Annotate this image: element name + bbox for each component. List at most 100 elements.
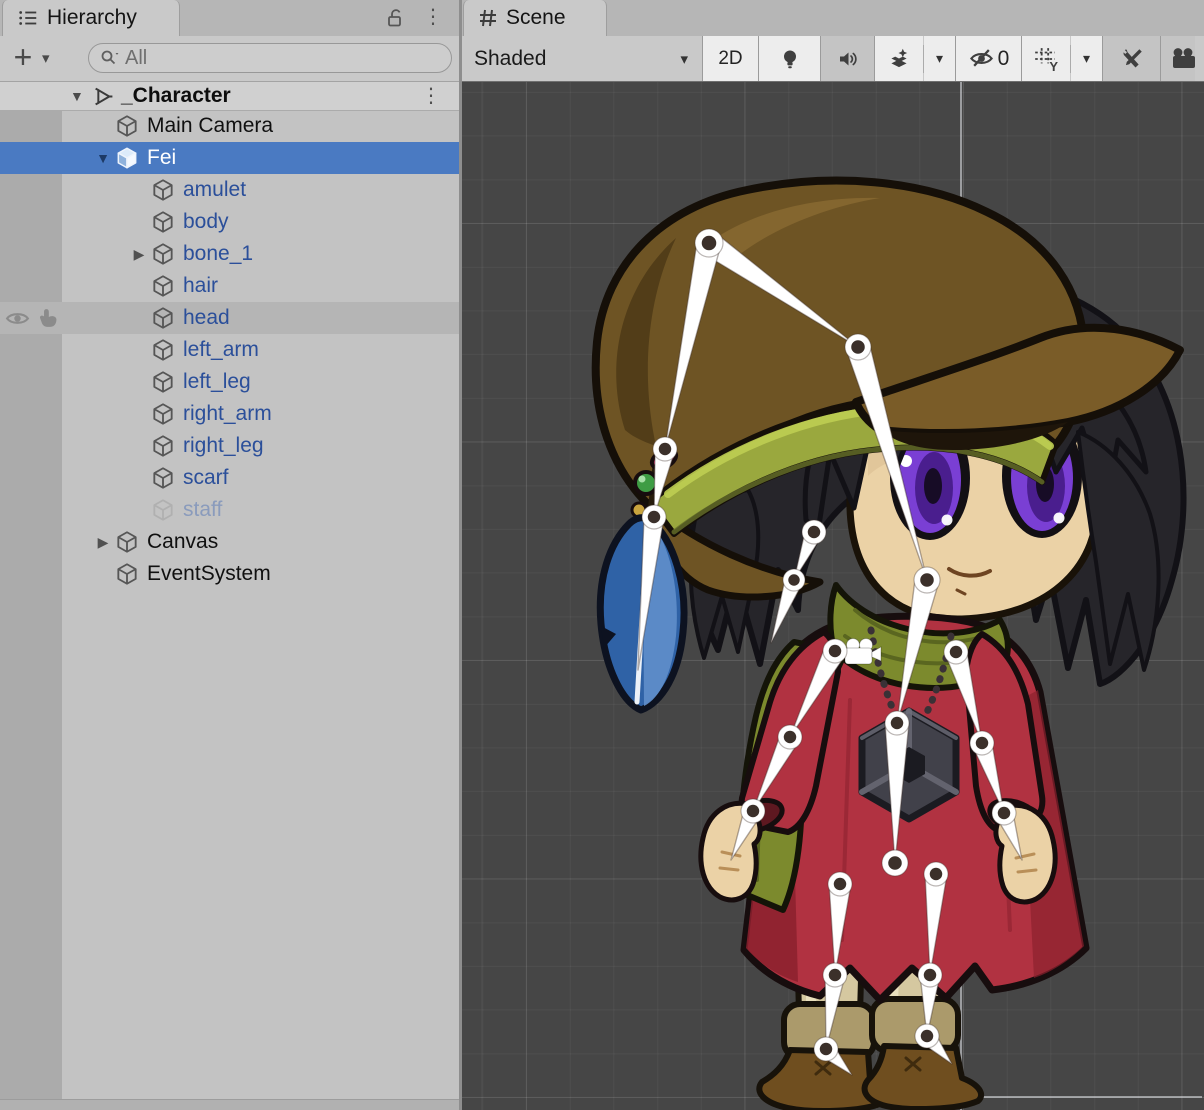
gameobject-cube-icon <box>150 305 176 331</box>
camera-icon <box>1170 47 1195 71</box>
hair-art <box>688 274 1183 684</box>
hierarchy-row[interactable]: Main Camera <box>0 110 459 142</box>
eye-hidden-icon <box>968 45 995 72</box>
scarf-art <box>739 585 1008 910</box>
scene-toolbar: Shaded ▾ 2D <box>462 36 1204 82</box>
tools-overlay-button[interactable] <box>1103 36 1161 81</box>
grid-dropdown-button[interactable]: ▾ <box>1071 36 1103 81</box>
hierarchy-row[interactable]: right_leg <box>0 430 459 462</box>
hierarchy-panel: Hierarchy ⋮ + ▾ <box>0 0 459 1110</box>
gameobject-label: Main Camera <box>147 114 273 138</box>
camera-overlay-button[interactable] <box>1161 36 1195 81</box>
unity-logo-icon <box>90 84 115 109</box>
pick-icon[interactable] <box>36 306 61 331</box>
gameobject-label: bone_1 <box>183 242 253 266</box>
mouth-art <box>949 569 990 594</box>
hierarchy-row[interactable]: ▶ Canvas <box>0 526 459 558</box>
draw-mode-caret-icon: ▾ <box>680 50 688 68</box>
arms-art <box>701 632 1055 902</box>
unlock-icon[interactable] <box>385 7 407 29</box>
hierarchy-tab-label: Hierarchy <box>47 6 137 30</box>
grid-settings-button[interactable]: Y <box>1022 36 1070 81</box>
scene-tabbar: Scene <box>462 0 1204 37</box>
effects-toggle-button[interactable] <box>875 36 923 81</box>
wrench-pencil-icon <box>1119 46 1145 72</box>
gameobject-label: Fei <box>147 146 176 170</box>
hierarchy-search-field[interactable] <box>88 43 452 73</box>
hierarchy-row[interactable]: ▼ Fei <box>0 142 459 174</box>
hierarchy-row[interactable]: scarf <box>0 462 459 494</box>
hierarchy-row[interactable]: left_arm <box>0 334 459 366</box>
bone-gizmos[interactable] <box>462 82 1204 1110</box>
eyes-art <box>890 414 1082 540</box>
hierarchy-toolbar: + ▾ <box>0 36 459 82</box>
scene-tab-label: Scene <box>506 6 566 30</box>
tab-hierarchy[interactable]: Hierarchy <box>2 0 180 36</box>
row-visibility-toggles[interactable] <box>5 306 61 331</box>
face-art <box>850 384 1097 619</box>
disclosure-arrow[interactable]: ▼ <box>92 150 114 166</box>
search-icon <box>99 48 119 68</box>
hierarchy-row[interactable]: body <box>0 206 459 238</box>
scene-disclosure-icon[interactable]: ▼ <box>70 88 90 104</box>
legs-art <box>759 938 981 1110</box>
add-dropdown-caret-icon[interactable]: ▾ <box>42 49 50 67</box>
gameobject-cube-icon <box>150 465 176 491</box>
hat-art <box>596 181 1180 597</box>
disclosure-arrow[interactable]: ▶ <box>128 246 150 263</box>
gameobject-label: head <box>183 306 230 330</box>
gameobject-cube-icon <box>150 401 176 427</box>
scene-header-kebab-icon[interactable]: ⋮ <box>421 86 441 106</box>
tab-scene[interactable]: Scene <box>463 0 607 36</box>
draw-mode-dropdown[interactable]: Shaded ▾ <box>462 36 703 81</box>
scene-name-label: _Character <box>121 84 231 108</box>
hierarchy-row[interactable]: amulet <box>0 174 459 206</box>
gameobject-label: left_leg <box>183 370 251 394</box>
amulet-art <box>862 630 956 819</box>
add-gameobject-button[interactable]: + <box>8 42 38 74</box>
gameobject-cube-icon <box>150 209 176 235</box>
x-axis-line <box>961 1096 1202 1098</box>
hierarchy-menu-kebab-icon[interactable]: ⋮ <box>423 7 443 27</box>
panel-bottom-edge <box>0 1099 459 1110</box>
gameobject-cube-icon <box>114 561 140 587</box>
mode-2d-button[interactable]: 2D <box>703 36 759 81</box>
search-input[interactable] <box>123 46 441 71</box>
gameobject-label: right_leg <box>183 434 264 458</box>
mode-2d-label: 2D <box>718 48 742 70</box>
gameobject-label: scarf <box>183 466 229 490</box>
list-icon <box>17 7 39 29</box>
gameobject-cube-icon <box>150 241 176 267</box>
gameobject-cube-icon <box>150 177 176 203</box>
eye-icon[interactable] <box>5 306 30 331</box>
hierarchy-row[interactable]: EventSystem <box>0 558 459 590</box>
scene-visibility-button[interactable]: 0 <box>956 36 1022 81</box>
scene-viewport[interactable] <box>462 82 1204 1110</box>
gameobject-cube-icon <box>114 113 140 139</box>
gameobject-label: staff <box>183 498 222 522</box>
gameobject-label: body <box>183 210 229 234</box>
gameobject-cube-icon <box>114 145 140 171</box>
hidden-count-label: 0 <box>998 47 1010 71</box>
gameobject-cube-icon <box>150 369 176 395</box>
lighting-toggle-button[interactable] <box>759 36 821 81</box>
hierarchy-row[interactable]: head <box>0 302 459 334</box>
main-camera-gizmo-icon <box>845 639 881 665</box>
hierarchy-row[interactable]: ▶ bone_1 <box>0 238 459 270</box>
hierarchy-list: Main Camera ▼ Fei amulet body ▶ bone_1 h… <box>0 110 459 590</box>
effects-dropdown-button[interactable]: ▾ <box>924 36 956 81</box>
audio-toggle-button[interactable] <box>821 36 875 81</box>
gameobject-label: hair <box>183 274 218 298</box>
gameobject-label: amulet <box>183 178 246 202</box>
hierarchy-row[interactable]: staff <box>0 494 459 526</box>
effects-icon <box>886 46 912 72</box>
hierarchy-row[interactable]: right_arm <box>0 398 459 430</box>
hierarchy-row[interactable]: hair <box>0 270 459 302</box>
lightbulb-icon <box>778 47 802 71</box>
disclosure-arrow[interactable]: ▶ <box>92 534 114 551</box>
character-sprite <box>462 82 1204 1110</box>
hierarchy-row[interactable]: left_leg <box>0 366 459 398</box>
gameobject-label: right_arm <box>183 402 272 426</box>
gameobject-cube-icon <box>150 337 176 363</box>
scene-asset-header[interactable]: ▼ _Character ⋮ <box>0 82 459 111</box>
